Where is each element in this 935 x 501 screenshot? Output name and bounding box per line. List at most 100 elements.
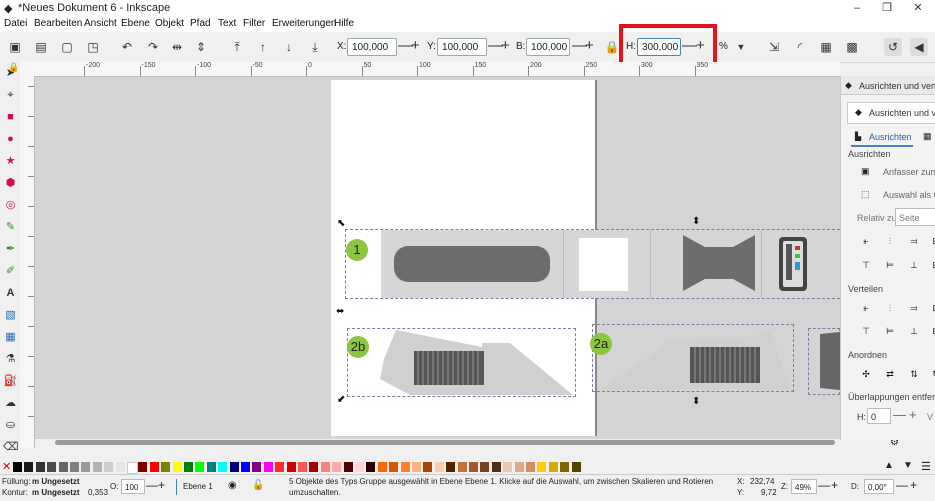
rotation-increment-button[interactable]: + (910, 478, 917, 492)
pen-tool-icon[interactable]: ✒ (3, 242, 18, 257)
palette-swatch[interactable] (24, 462, 34, 472)
grid-subtab-icon[interactable]: ▦ (923, 131, 932, 142)
paint-bucket-tool-icon[interactable]: ⛽ (3, 374, 18, 389)
maximize-button[interactable]: ❐ (872, 0, 902, 16)
pencil-tool-icon[interactable]: ✎ (3, 220, 18, 235)
palette-swatch[interactable] (366, 462, 376, 472)
calligraphy-tool-icon[interactable]: ✐ (3, 264, 18, 279)
palette-swatch[interactable] (355, 462, 364, 472)
fill-value[interactable]: m Ungesetzt (32, 477, 80, 486)
width-increment-button[interactable]: + (585, 37, 594, 54)
star-tool-icon[interactable]: ★ (3, 154, 18, 169)
y-input[interactable]: 100,000 (437, 38, 487, 56)
palette-swatch[interactable] (332, 462, 342, 472)
zoom-increment-button[interactable]: + (831, 478, 838, 492)
palette-swatch[interactable] (400, 462, 410, 472)
flip-vertical-icon[interactable]: ⇕ (192, 38, 210, 56)
menu-hilfe[interactable]: Hilfe (334, 18, 354, 29)
overlap-h-increment-button[interactable]: + (909, 407, 917, 422)
opacity-decrement-button[interactable]: — (146, 478, 158, 492)
rotate-ccw-icon[interactable]: ↶ (118, 38, 136, 56)
palette-swatch[interactable] (263, 462, 273, 472)
align-anchor-icon[interactable]: ⊞ (929, 235, 935, 247)
palette-swatch[interactable] (92, 462, 102, 472)
3d-box-tool-icon[interactable]: ⬢ (3, 176, 18, 191)
distribute-top-icon[interactable]: ⊤ (859, 325, 873, 337)
align-bottom-icon[interactable]: ⊥ (907, 259, 921, 271)
palette-swatch[interactable] (58, 462, 68, 472)
menu-pfad[interactable]: Pfad (190, 18, 211, 29)
scale-handle-top-icon[interactable]: ⬍ (692, 216, 700, 227)
palette-swatch[interactable] (548, 462, 558, 472)
palette-swatch[interactable] (218, 462, 228, 472)
palette-swatch[interactable] (206, 462, 216, 472)
layer-visibility-icon[interactable]: ◉ (228, 480, 237, 491)
layer-lock-icon[interactable]: 🔓 (252, 480, 264, 491)
rounded-bar-shape[interactable] (394, 246, 550, 282)
palette-swatch[interactable] (184, 462, 193, 472)
scale-handle-bottom-icon[interactable]: ⬍ (692, 396, 700, 407)
spray-tool-icon[interactable]: ⛀ (3, 418, 18, 433)
stroke-width-value[interactable]: 0,353 (88, 488, 108, 497)
select-same-icon[interactable]: ◳ (84, 38, 102, 56)
rotate-cw-icon[interactable]: ↷ (144, 38, 162, 56)
palette-swatch[interactable] (423, 462, 433, 472)
tweak-tool-icon[interactable]: ☁ (3, 396, 18, 411)
shape-3-partial[interactable] (818, 332, 840, 390)
align-baseline-icon[interactable]: ⊞ (929, 259, 935, 271)
current-layer[interactable]: Ebene 1 (183, 482, 213, 491)
menu-ebene[interactable]: Ebene (121, 18, 150, 29)
rotation-input[interactable]: 0,00° (864, 479, 894, 494)
overlap-h-input[interactable]: 0 (867, 408, 891, 424)
opacity-increment-button[interactable]: + (158, 478, 165, 492)
arrange-graph-icon[interactable]: ✣ (859, 368, 873, 380)
palette-swatch[interactable] (480, 462, 490, 472)
unit-select[interactable]: % (719, 41, 728, 52)
menu-objekt[interactable]: Objekt (155, 18, 184, 29)
menu-erweiterungen[interactable]: Erweiterungen (272, 18, 336, 29)
minimize-button[interactable]: – (842, 0, 872, 16)
palette-swatch[interactable] (138, 462, 148, 472)
raise-icon[interactable]: ↑ (254, 38, 272, 56)
rectangle-tool-icon[interactable]: ■ (3, 110, 18, 125)
palette-swatch[interactable] (298, 462, 307, 472)
menu-filter[interactable]: Filter (243, 18, 265, 29)
palette-swatch[interactable] (457, 462, 467, 472)
select-all-layers-icon[interactable]: ▤ (32, 38, 50, 56)
palette-swatch[interactable] (70, 462, 79, 472)
palette-swatch[interactable] (526, 462, 535, 472)
menu-datei[interactable]: Datei (4, 18, 27, 29)
palette-swatch[interactable] (35, 462, 45, 472)
palette-swatch[interactable] (286, 462, 296, 472)
device-shape[interactable] (778, 236, 808, 292)
scale-handle-top-left-icon[interactable]: ⬉ (337, 218, 345, 229)
palette-swatch[interactable] (320, 462, 330, 472)
prev-icon[interactable]: ◀ (910, 38, 928, 56)
palette-swatch[interactable] (377, 462, 387, 472)
exchange-clockwise-icon[interactable]: ↻ (929, 368, 935, 380)
move-patterns-icon[interactable]: ▩ (843, 38, 861, 56)
close-button[interactable]: ✕ (903, 0, 933, 16)
y-increment-button[interactable]: + (501, 37, 510, 54)
scale-handle-bottom-left-icon[interactable]: ⬋ (337, 394, 345, 405)
palette-swatch[interactable] (172, 462, 182, 472)
palette-swatch[interactable] (195, 462, 205, 472)
distribute-center-h-icon[interactable]: ⫶ (883, 302, 897, 314)
white-rectangle-shape[interactable] (579, 238, 628, 291)
palette-swatch[interactable] (115, 462, 125, 472)
no-paint-swatch-icon[interactable]: ✕ (2, 460, 11, 473)
palette-swatch[interactable] (343, 462, 353, 472)
palette-menu-icon[interactable]: ☰ (921, 460, 931, 473)
bowtie-shape[interactable] (681, 233, 757, 293)
palette-swatch[interactable] (161, 462, 171, 472)
width-input[interactable]: 100,000 (526, 38, 570, 56)
overlap-h-decrement-button[interactable]: — (893, 407, 906, 422)
palette-scroll-up-icon[interactable]: ▲ (884, 460, 894, 471)
align-right-icon[interactable]: ⫤ (907, 235, 921, 247)
palette-swatch[interactable] (13, 462, 22, 472)
flip-horizontal-icon[interactable]: ⇹ (168, 38, 186, 56)
distribute-gaps-h-icon[interactable]: ⊞ (929, 302, 935, 314)
palette-swatch[interactable] (514, 462, 524, 472)
raise-to-top-icon[interactable]: ⤒ (228, 38, 246, 56)
lower-icon[interactable]: ↓ (280, 38, 298, 56)
